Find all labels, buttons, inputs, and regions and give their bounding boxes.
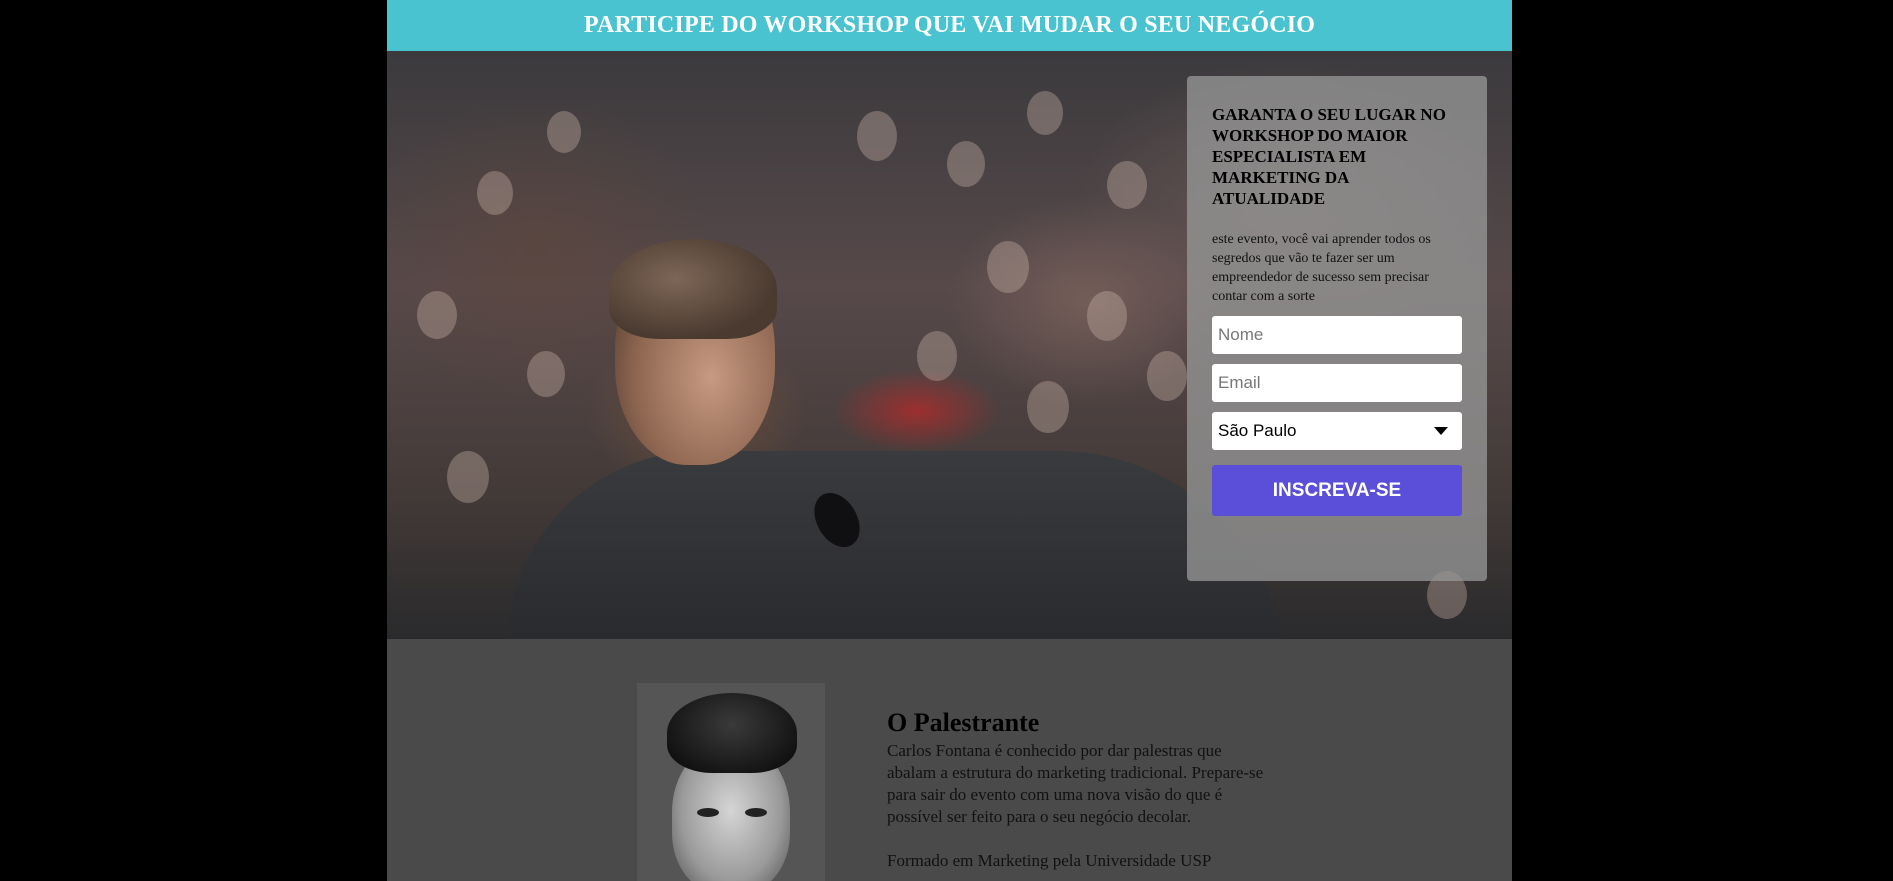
hero-section: GARANTA O SEU LUGAR NO WORKSHOP DO MAIOR… xyxy=(387,51,1512,639)
banner-title: PARTICIPE DO WORKSHOP QUE VAI MUDAR O SE… xyxy=(583,12,1316,38)
city-selected-value: São Paulo xyxy=(1218,421,1297,440)
top-banner: PARTICIPE DO WORKSHOP QUE VAI MUDAR O SE… xyxy=(387,0,1512,51)
form-description: este evento, você vai aprender todos os … xyxy=(1212,232,1431,304)
name-placeholder: Nome xyxy=(1218,325,1264,344)
speaker-bio: Carlos Fontana é conhecido por dar pales… xyxy=(887,741,1264,826)
name-input[interactable]: Nome xyxy=(1212,316,1462,354)
signup-form-card: GARANTA O SEU LUGAR NO WORKSHOP DO MAIOR… xyxy=(1187,76,1487,581)
city-select[interactable]: São Paulo xyxy=(1212,412,1462,450)
landing-page: PARTICIPE DO WORKSHOP QUE VAI MUDAR O SE… xyxy=(387,0,1512,881)
email-input[interactable]: Email xyxy=(1212,364,1462,402)
subscribe-button-label: INSCREVA-SE xyxy=(1272,479,1402,501)
speaker-bio-2: Formado em Marketing pela Universidade U… xyxy=(887,851,1212,870)
form-title: GARANTA O SEU LUGAR NO WORKSHOP DO MAIOR… xyxy=(1212,105,1446,208)
speaker-heading: O Palestrante xyxy=(887,708,1040,737)
dropdown-caret-icon xyxy=(1434,427,1448,435)
subscribe-button[interactable]: INSCREVA-SE xyxy=(1212,465,1462,516)
speaker-info: O Palestrante Carlos Fontana é conhecido… xyxy=(887,708,1267,872)
email-placeholder: Email xyxy=(1218,373,1261,392)
speaker-silhouette xyxy=(507,451,1287,639)
speaker-portrait-image xyxy=(637,683,825,881)
